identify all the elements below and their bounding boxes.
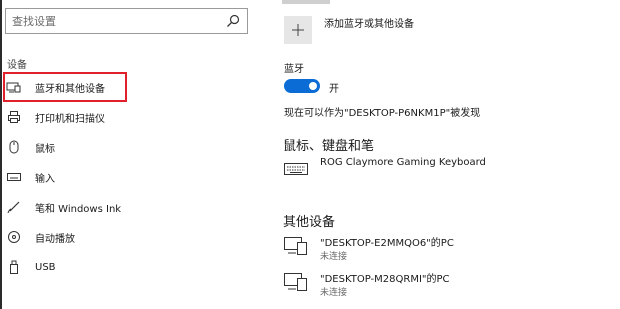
- printer-icon: [6, 109, 22, 125]
- device-item-pc-2[interactable]: "DESKTOP-M28QRMI"的PC 未连接: [284, 270, 604, 302]
- keyboard-icon: [6, 169, 22, 185]
- bluetooth-toggle-state: 开: [329, 84, 339, 95]
- sidebar-item-label: 打印机和扫描仪: [35, 113, 105, 125]
- plus-icon: [292, 24, 304, 36]
- search-input[interactable]: [12, 12, 212, 30]
- sidebar: 设备 蓝牙和其他设备 打印机和扫描仪 鼠标: [2, 0, 256, 309]
- sidebar-item-autoplay[interactable]: 自动播放: [2, 224, 252, 250]
- autoplay-icon: [6, 229, 22, 245]
- sidebar-item-mouse[interactable]: 鼠标: [2, 134, 252, 160]
- pc-icon: [284, 237, 307, 255]
- search-box[interactable]: [5, 8, 248, 34]
- sidebar-item-bluetooth[interactable]: 蓝牙和其他设备: [2, 74, 252, 100]
- device-name: "DESKTOP-M28QRMI"的PC: [320, 274, 450, 285]
- sidebar-item-printers[interactable]: 打印机和扫描仪: [2, 104, 252, 130]
- bluetooth-devices-icon: [6, 79, 22, 95]
- discoverable-text: 现在可以作为"DESKTOP-P6NKM1P"被发现: [284, 108, 481, 119]
- device-status: 未连接: [320, 288, 348, 298]
- sidebar-item-pen[interactable]: 笔和 Windows Ink: [2, 194, 252, 220]
- pen-icon: [6, 199, 22, 215]
- toggle-knob: [309, 82, 317, 90]
- device-name: "DESKTOP-E2MMQO6"的PC: [320, 238, 454, 249]
- mouse-icon: [6, 139, 22, 155]
- bluetooth-toggle[interactable]: [284, 79, 320, 93]
- sidebar-item-label: 输入: [35, 173, 55, 185]
- sidebar-item-label: 自动播放: [35, 233, 75, 245]
- device-status: 未连接: [320, 252, 348, 262]
- sidebar-item-label: 鼠标: [35, 143, 55, 155]
- device-item-keyboard[interactable]: ROG Claymore Gaming Keyboard: [284, 157, 604, 189]
- section-label-devices: 设备: [7, 60, 27, 71]
- device-name: ROG Claymore Gaming Keyboard: [320, 157, 486, 168]
- sidebar-item-usb[interactable]: USB: [2, 254, 252, 280]
- bluetooth-title: 蓝牙: [284, 64, 304, 75]
- pc-icon: [284, 273, 307, 291]
- sidebar-item-label: 蓝牙和其他设备: [35, 83, 105, 95]
- add-device-label[interactable]: 添加蓝牙或其他设备: [324, 15, 414, 30]
- main-content: 添加蓝牙或其他设备 蓝牙 开 现在可以作为"DESKTOP-P6NKM1P"被发…: [256, 0, 620, 309]
- keyboard-icon: [284, 163, 308, 175]
- sidebar-item-typing[interactable]: 输入: [2, 164, 252, 190]
- usb-icon: [6, 259, 22, 275]
- sidebar-item-label: USB: [35, 261, 56, 273]
- device-item-pc-1[interactable]: "DESKTOP-E2MMQO6"的PC 未连接: [284, 234, 604, 266]
- add-device-button[interactable]: [284, 16, 312, 44]
- sidebar-item-label: 笔和 Windows Ink: [35, 203, 122, 215]
- section-title-mouse-keyboard-pen: 鼠标、键盘和笔: [283, 139, 375, 154]
- section-title-other-devices: 其他设备: [283, 215, 336, 230]
- search-icon[interactable]: [225, 13, 241, 29]
- scrolled-content-edge: [282, 0, 330, 4]
